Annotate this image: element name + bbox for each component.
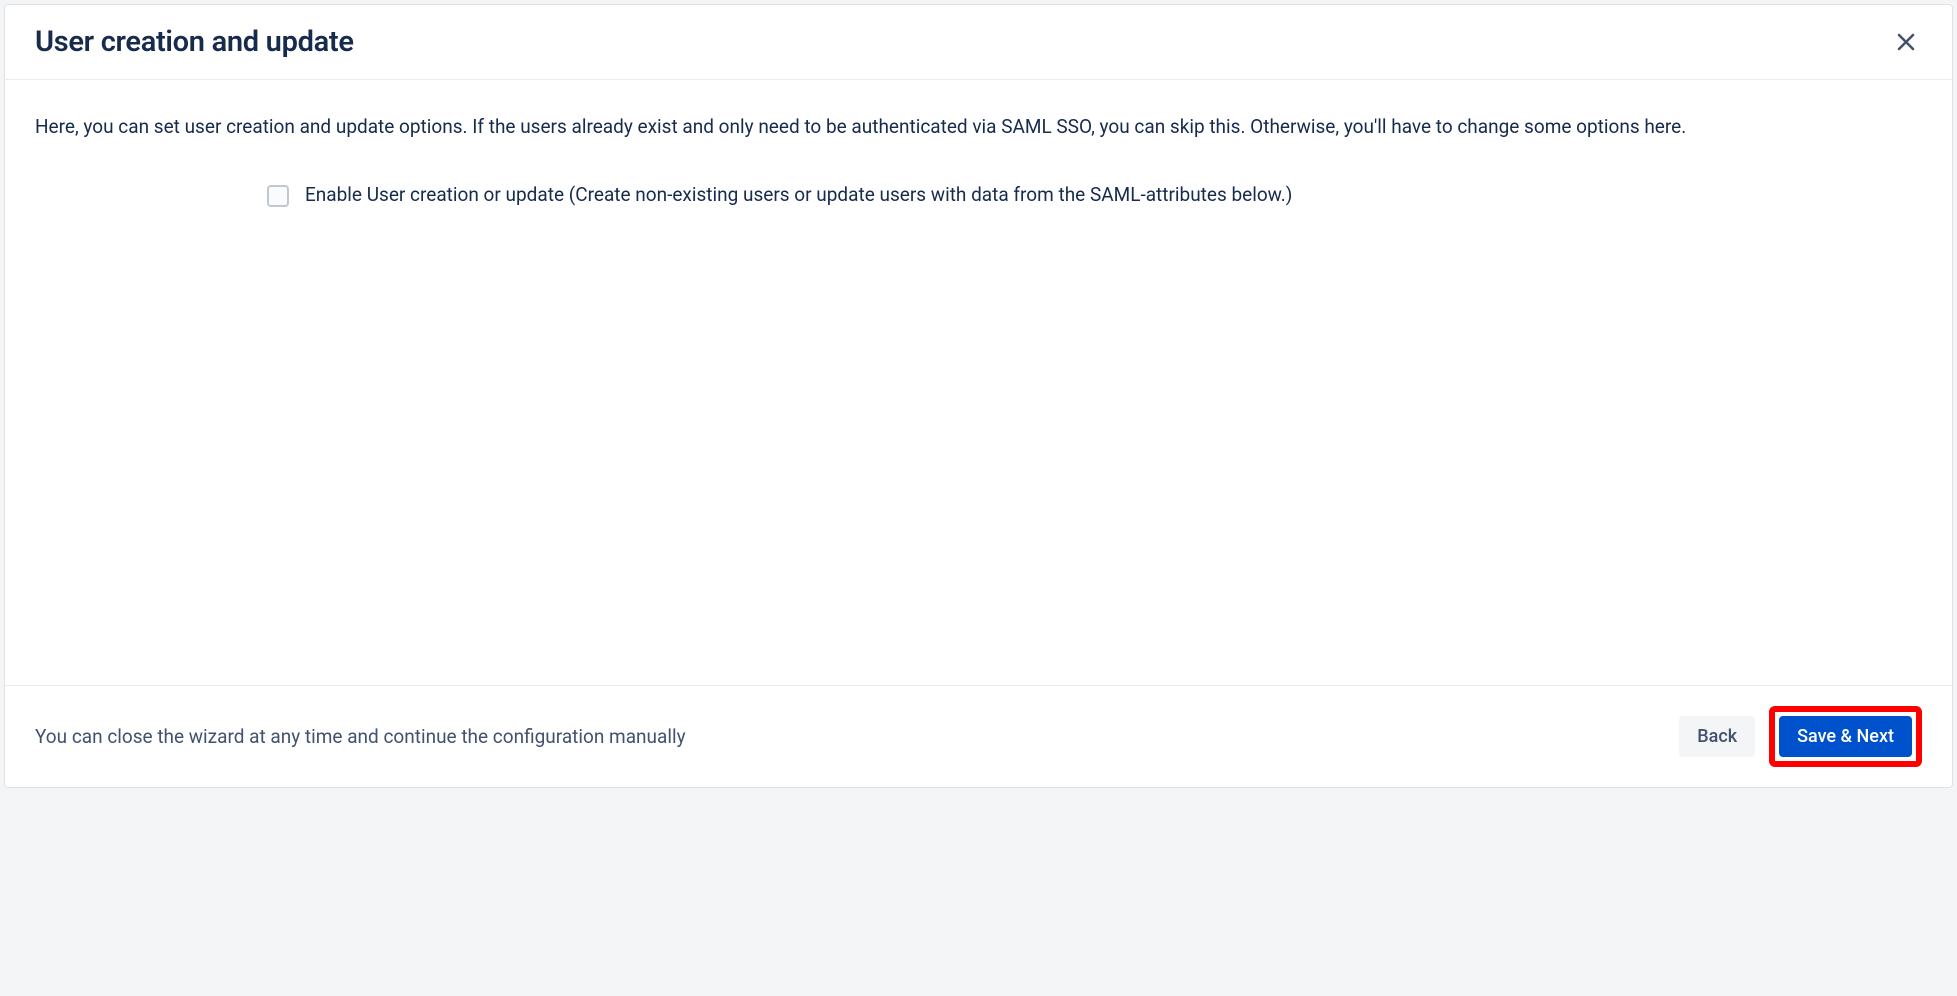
user-creation-dialog: User creation and update Here, you can s… [4,4,1953,788]
enable-user-creation-row: Enable User creation or update (Create n… [35,181,1922,210]
save-next-button[interactable]: Save & Next [1779,716,1912,757]
enable-user-creation-label: Enable User creation or update (Create n… [305,181,1292,210]
enable-user-creation-checkbox[interactable] [267,185,289,207]
intro-text: Here, you can set user creation and upda… [35,112,1922,141]
dialog-footer: You can close the wizard at any time and… [5,685,1952,787]
highlight-annotation: Save & Next [1769,706,1922,767]
back-button[interactable]: Back [1679,716,1755,757]
footer-hint: You can close the wizard at any time and… [35,725,686,748]
close-icon [1894,30,1918,54]
dialog-header: User creation and update [5,5,1952,80]
close-button[interactable] [1890,26,1922,58]
dialog-body: Here, you can set user creation and upda… [5,80,1952,685]
footer-actions: Back Save & Next [1679,706,1922,767]
dialog-title: User creation and update [35,25,354,59]
